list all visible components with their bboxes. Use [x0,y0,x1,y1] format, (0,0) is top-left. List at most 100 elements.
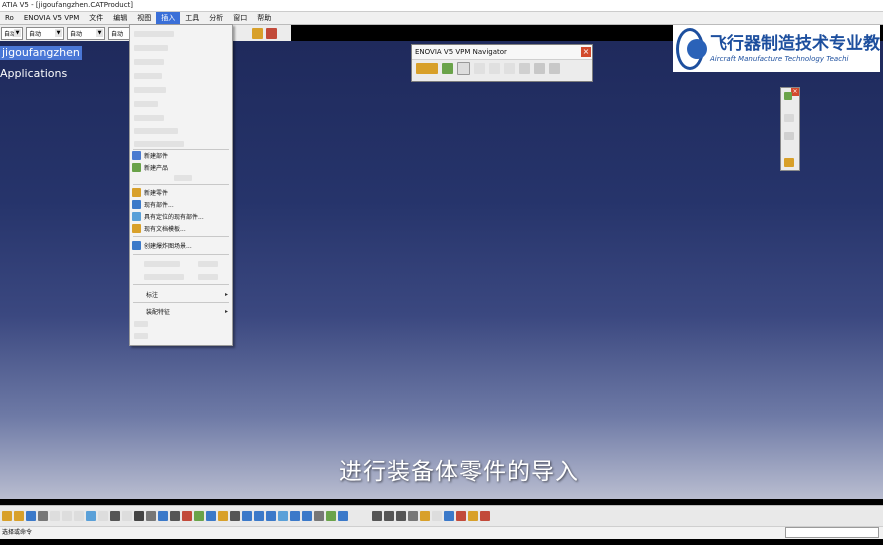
menu-start[interactable]: Ro [0,12,19,24]
comment-icon[interactable] [146,511,156,521]
insert-new-part[interactable]: 新建零件 [130,187,232,198]
update-icon[interactable] [408,511,418,521]
formula-icon[interactable] [134,511,144,521]
zoom-out-icon[interactable] [266,511,276,521]
insert-existing-template[interactable]: 现有文档模板... [130,223,232,234]
menu-file[interactable]: 文件 [84,12,108,24]
existing-component-icon [132,200,141,209]
fly-icon[interactable] [206,511,216,521]
tool-icon[interactable] [784,114,794,122]
close-icon[interactable]: × [791,88,799,96]
disabled-item [134,101,158,107]
separator-icon [432,511,442,521]
tool-icon[interactable] [784,132,794,140]
chevron-down-icon: ▼ [96,28,103,37]
open-icon[interactable] [457,62,470,75]
shading-icon[interactable] [314,511,324,521]
snap-icon[interactable] [420,511,430,521]
fit-all-icon[interactable] [218,511,228,521]
disabled-item [134,31,174,37]
redo-icon [98,511,108,521]
disabled-item [134,73,162,79]
open-icon[interactable] [14,511,24,521]
tool-icon[interactable] [784,158,794,167]
analysis-icon[interactable] [194,511,204,521]
menu-window[interactable]: 窗口 [228,12,252,24]
disabled-item [134,87,166,93]
insert-new-product[interactable]: 新建产品 [130,162,232,173]
format-painter-icon[interactable] [266,27,277,39]
disabled-item [134,128,178,134]
undo-icon[interactable] [86,511,96,521]
copy-icon [62,511,72,521]
help-icon[interactable] [110,511,120,521]
zoom-in-icon[interactable] [254,511,264,521]
insert-assembly-features-submenu[interactable]: 装配特征 ▸ [130,306,232,317]
product-icon[interactable] [384,511,394,521]
new-component-icon [132,151,141,160]
menu-help[interactable]: 帮助 [252,12,276,24]
sketch-icon[interactable] [182,511,192,521]
status-bar: 选择或命令 [0,526,883,539]
hide-show-icon[interactable] [326,511,336,521]
insert-dropdown-menu: 新建部件 新建产品 新建零件 现有部件... 具有定位的现有部件... 现有文档… [129,24,233,346]
insert-annotation-submenu[interactable]: 标注 ▸ [130,289,232,300]
coincidence-icon[interactable] [456,511,466,521]
iso-view-icon[interactable] [302,511,312,521]
spec-tree-icon[interactable] [158,511,168,521]
cut-icon [50,511,60,521]
disabled-item [134,45,168,51]
menu-analysis[interactable]: 分析 [204,12,228,24]
enovia-navigator-toolbar: ENOVIA V5 VPM Navigator × [411,44,593,82]
measure-icon[interactable] [170,511,180,521]
layer-icon[interactable] [252,27,263,39]
rotate-icon[interactable] [242,511,252,521]
disabled-icon [519,63,530,74]
swap-space-icon[interactable] [338,511,348,521]
contact-icon[interactable] [468,511,478,521]
transparency-combo[interactable]: 自动 ▼ [26,26,64,40]
new-part-icon [132,188,141,197]
multi-view-icon[interactable] [290,511,300,521]
insert-existing-component[interactable]: 现有部件... [130,199,232,210]
chevron-down-icon: ▼ [14,28,21,37]
enovia-logo-icon[interactable] [416,63,438,74]
menu-tools[interactable]: 工具 [180,12,204,24]
save-icon[interactable] [26,511,36,521]
new-product-icon [132,163,141,172]
new-icon[interactable] [2,511,12,521]
close-icon[interactable]: × [581,47,591,57]
disabled-icon [504,63,515,74]
tree-root-node[interactable]: jigoufangzhen [0,46,82,60]
offset-icon[interactable] [480,511,490,521]
fix-icon[interactable] [444,511,454,521]
help-icon[interactable] [549,63,560,74]
catalog-icon[interactable] [372,511,382,521]
insert-existing-component-positioning[interactable]: 具有定位的现有部件... [130,211,232,222]
disabled-icon [489,63,500,74]
command-input[interactable] [785,527,879,538]
menu-enovia[interactable]: ENOVIA V5 VPM [19,12,84,24]
color-combo[interactable]: 自动 ▼ [1,26,23,40]
disabled-item [134,115,164,121]
constraint-icon[interactable] [396,511,406,521]
navigator-icon[interactable] [442,63,453,74]
normal-view-icon[interactable] [278,511,288,521]
print-icon[interactable] [38,511,48,521]
logo-chinese-text: 飞行器制造技术专业教 [710,34,880,54]
submenu-arrow-icon: ▸ [224,308,228,315]
submenu-arrow-icon: ▸ [224,291,228,298]
menu-edit[interactable]: 编辑 [108,12,132,24]
pan-icon[interactable] [230,511,240,521]
navigator-title: ENOVIA V5 VPM Navigator [412,45,592,60]
positioning-icon [132,212,141,221]
line-thickness-combo[interactable]: 自动 ▼ [67,26,105,40]
tool-icon[interactable] [784,92,792,100]
tree-applications-node[interactable]: Applications [0,67,67,81]
insert-new-component[interactable]: 新建部件 [130,150,232,161]
menu-insert[interactable]: 插入 [156,12,181,24]
insert-explode-scene[interactable]: 创建爆炸图场景... [130,240,232,251]
menu-view[interactable]: 视图 [132,12,156,24]
settings-icon[interactable] [534,63,545,74]
disabled-item [134,59,164,65]
